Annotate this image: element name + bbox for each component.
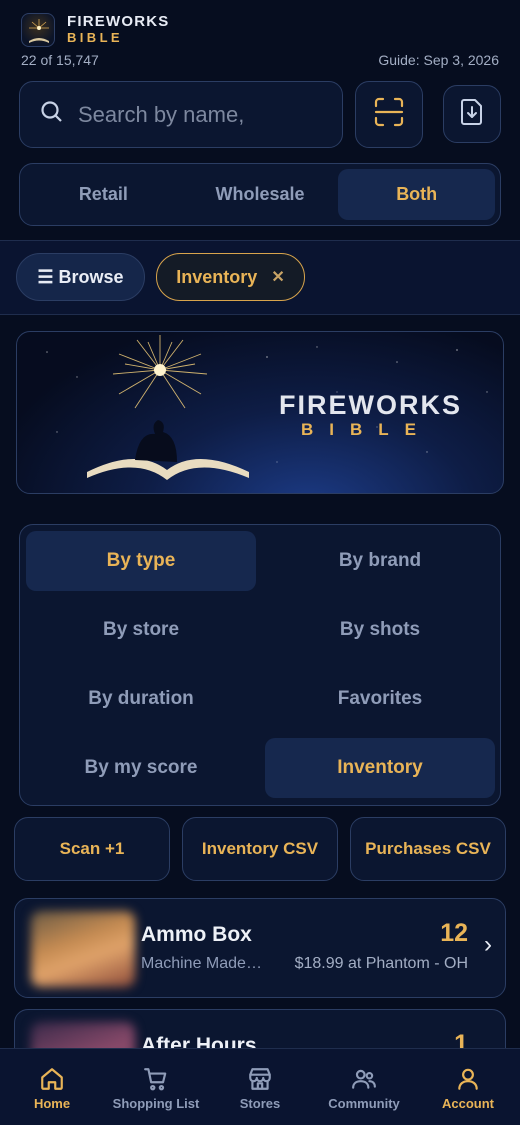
community-icon: [352, 1069, 376, 1089]
bottom-tab-bar: Home Shopping List Stores Community Acco…: [0, 1048, 520, 1125]
item-price: $18.99 at Phantom - OH: [294, 955, 468, 972]
tab-home[interactable]: Home: [0, 1049, 104, 1125]
cart-icon: [144, 1068, 167, 1091]
scan-icon: [373, 96, 405, 133]
category-grid: By type By brand By store By shots By du…: [19, 524, 501, 806]
category-favorites[interactable]: Favorites: [265, 669, 495, 729]
category-by-duration[interactable]: By duration: [26, 669, 256, 729]
tab-stores[interactable]: Stores: [208, 1049, 312, 1125]
search-box[interactable]: [19, 81, 343, 148]
segment-retail[interactable]: Retail: [25, 169, 182, 220]
tab-community[interactable]: Community: [312, 1049, 416, 1125]
inventory-filter-chip[interactable]: Inventory ✕: [156, 253, 305, 301]
home-icon: [41, 1068, 63, 1090]
guide-date: Guide: Sep 3, 2026: [378, 52, 499, 68]
category-by-shots[interactable]: By shots: [265, 600, 495, 660]
price-mode-segmented: Retail Wholesale Both: [19, 163, 501, 226]
chevron-right-icon: ›: [484, 931, 492, 958]
inventory-item-card[interactable]: Ammo Box Machine Made… 12 $18.99 at Phan…: [14, 898, 506, 998]
segment-both[interactable]: Both: [338, 169, 496, 220]
tab-label: Stores: [239, 1096, 281, 1111]
search-input[interactable]: [78, 101, 318, 128]
chip-label: Inventory: [176, 266, 258, 287]
tab-account[interactable]: Account: [416, 1049, 520, 1125]
category-by-type[interactable]: By type: [26, 531, 256, 591]
tab-label: Home: [33, 1096, 71, 1111]
import-button[interactable]: [443, 85, 501, 143]
category-inventory[interactable]: Inventory: [265, 738, 495, 798]
item-quantity: 12: [440, 919, 468, 947]
close-icon[interactable]: ✕: [271, 267, 284, 287]
purchases-csv-button[interactable]: Purchases CSV: [350, 817, 506, 881]
tab-label: Account: [442, 1096, 494, 1111]
app-logo: [21, 13, 55, 47]
browse-button[interactable]: ☰ Browse: [16, 253, 145, 301]
download-file-icon: [460, 98, 484, 130]
tab-label: Shopping List: [112, 1096, 200, 1111]
search-icon: [40, 100, 64, 129]
app-name: FIREWORKS: [67, 13, 170, 30]
banner-title: FIREWORKS: [279, 390, 462, 420]
segment-wholesale[interactable]: Wholesale: [182, 169, 339, 220]
account-icon: [458, 1068, 478, 1090]
category-by-store[interactable]: By store: [26, 600, 256, 660]
scan-button[interactable]: [355, 81, 423, 148]
category-by-my-score[interactable]: By my score: [26, 738, 256, 798]
result-count: 22 of 15,747: [21, 52, 99, 68]
item-brand: Machine Made…: [141, 955, 262, 972]
item-name: Ammo Box: [141, 923, 252, 946]
item-thumbnail: [31, 911, 135, 987]
banner-subtitle: BIBLE: [301, 420, 432, 439]
inventory-csv-button[interactable]: Inventory CSV: [182, 817, 338, 881]
store-icon: [249, 1068, 271, 1090]
category-by-brand[interactable]: By brand: [265, 531, 495, 591]
app-name-sub: BIBLE: [67, 30, 123, 45]
tab-shopping-list[interactable]: Shopping List: [104, 1049, 208, 1125]
scan-plus-one-button[interactable]: Scan +1: [14, 817, 170, 881]
hero-banner: FIREWORKS BIBLE: [16, 331, 504, 494]
tab-label: Community: [328, 1096, 400, 1111]
